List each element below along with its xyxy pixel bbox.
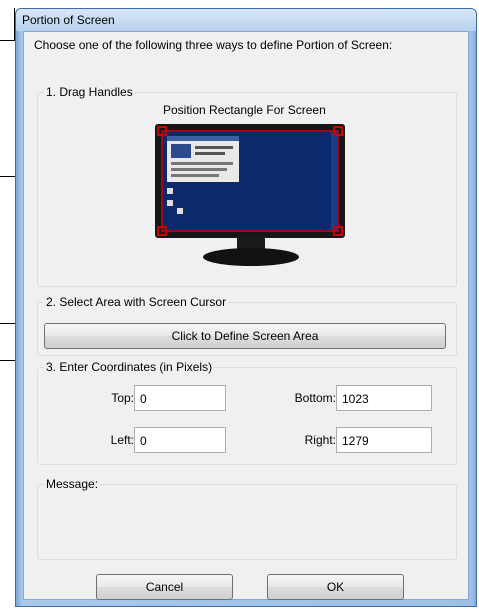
left-input[interactable] (134, 427, 226, 453)
mini-window-text (171, 168, 227, 171)
message-group: Message: (37, 477, 457, 560)
intro-text: Choose one of the following three ways t… (34, 38, 393, 52)
bottom-label: Bottom: (294, 391, 336, 405)
callout-line-title (0, 40, 15, 41)
message-area (42, 499, 452, 555)
portion-of-screen-dialog: Portion of Screen Choose one of the foll… (15, 8, 477, 607)
mini-window-text (171, 174, 219, 177)
coordinates-label: 3. Enter Coordinates (in Pixels) (44, 360, 215, 374)
coordinates-group: 3. Enter Coordinates (in Pixels) Top: Bo… (37, 360, 457, 465)
top-label: Top: (111, 391, 134, 405)
mini-desktop-icon (167, 188, 173, 194)
message-label: Message: (44, 477, 101, 491)
define-screen-area-button[interactable]: Click to Define Screen Area (44, 323, 446, 349)
mini-desktop-icon (167, 200, 173, 206)
select-area-group: 2. Select Area with Screen Cursor Click … (37, 295, 457, 356)
right-input[interactable] (336, 427, 432, 453)
cancel-button[interactable]: Cancel (96, 574, 233, 600)
dialog-client-area: Choose one of the following three ways t… (23, 31, 469, 600)
title-bar[interactable]: Portion of Screen (16, 9, 476, 31)
mini-taskbar-edge (331, 132, 337, 230)
monitor-base (203, 248, 299, 266)
drag-handles-group: 1. Drag Handles Position Rectangle For S… (37, 85, 457, 287)
mini-window-title (167, 136, 239, 141)
select-area-label: 2. Select Area with Screen Cursor (44, 295, 229, 309)
top-input[interactable] (134, 385, 226, 411)
left-label: Left: (110, 433, 134, 447)
bottom-input[interactable] (336, 385, 432, 411)
mini-window-text (195, 152, 225, 155)
mini-window-text (195, 146, 233, 149)
drag-handles-label: 1. Drag Handles (44, 85, 135, 99)
mini-window-content (171, 144, 191, 158)
mini-window-text (171, 162, 233, 165)
monitor-caption: Position Rectangle For Screen (163, 103, 326, 117)
ok-button[interactable]: OK (267, 574, 404, 600)
monitor-preview[interactable] (155, 124, 345, 274)
window-title: Portion of Screen (22, 13, 115, 27)
mini-desktop-icon (177, 208, 183, 214)
right-label: Right: (304, 433, 336, 447)
